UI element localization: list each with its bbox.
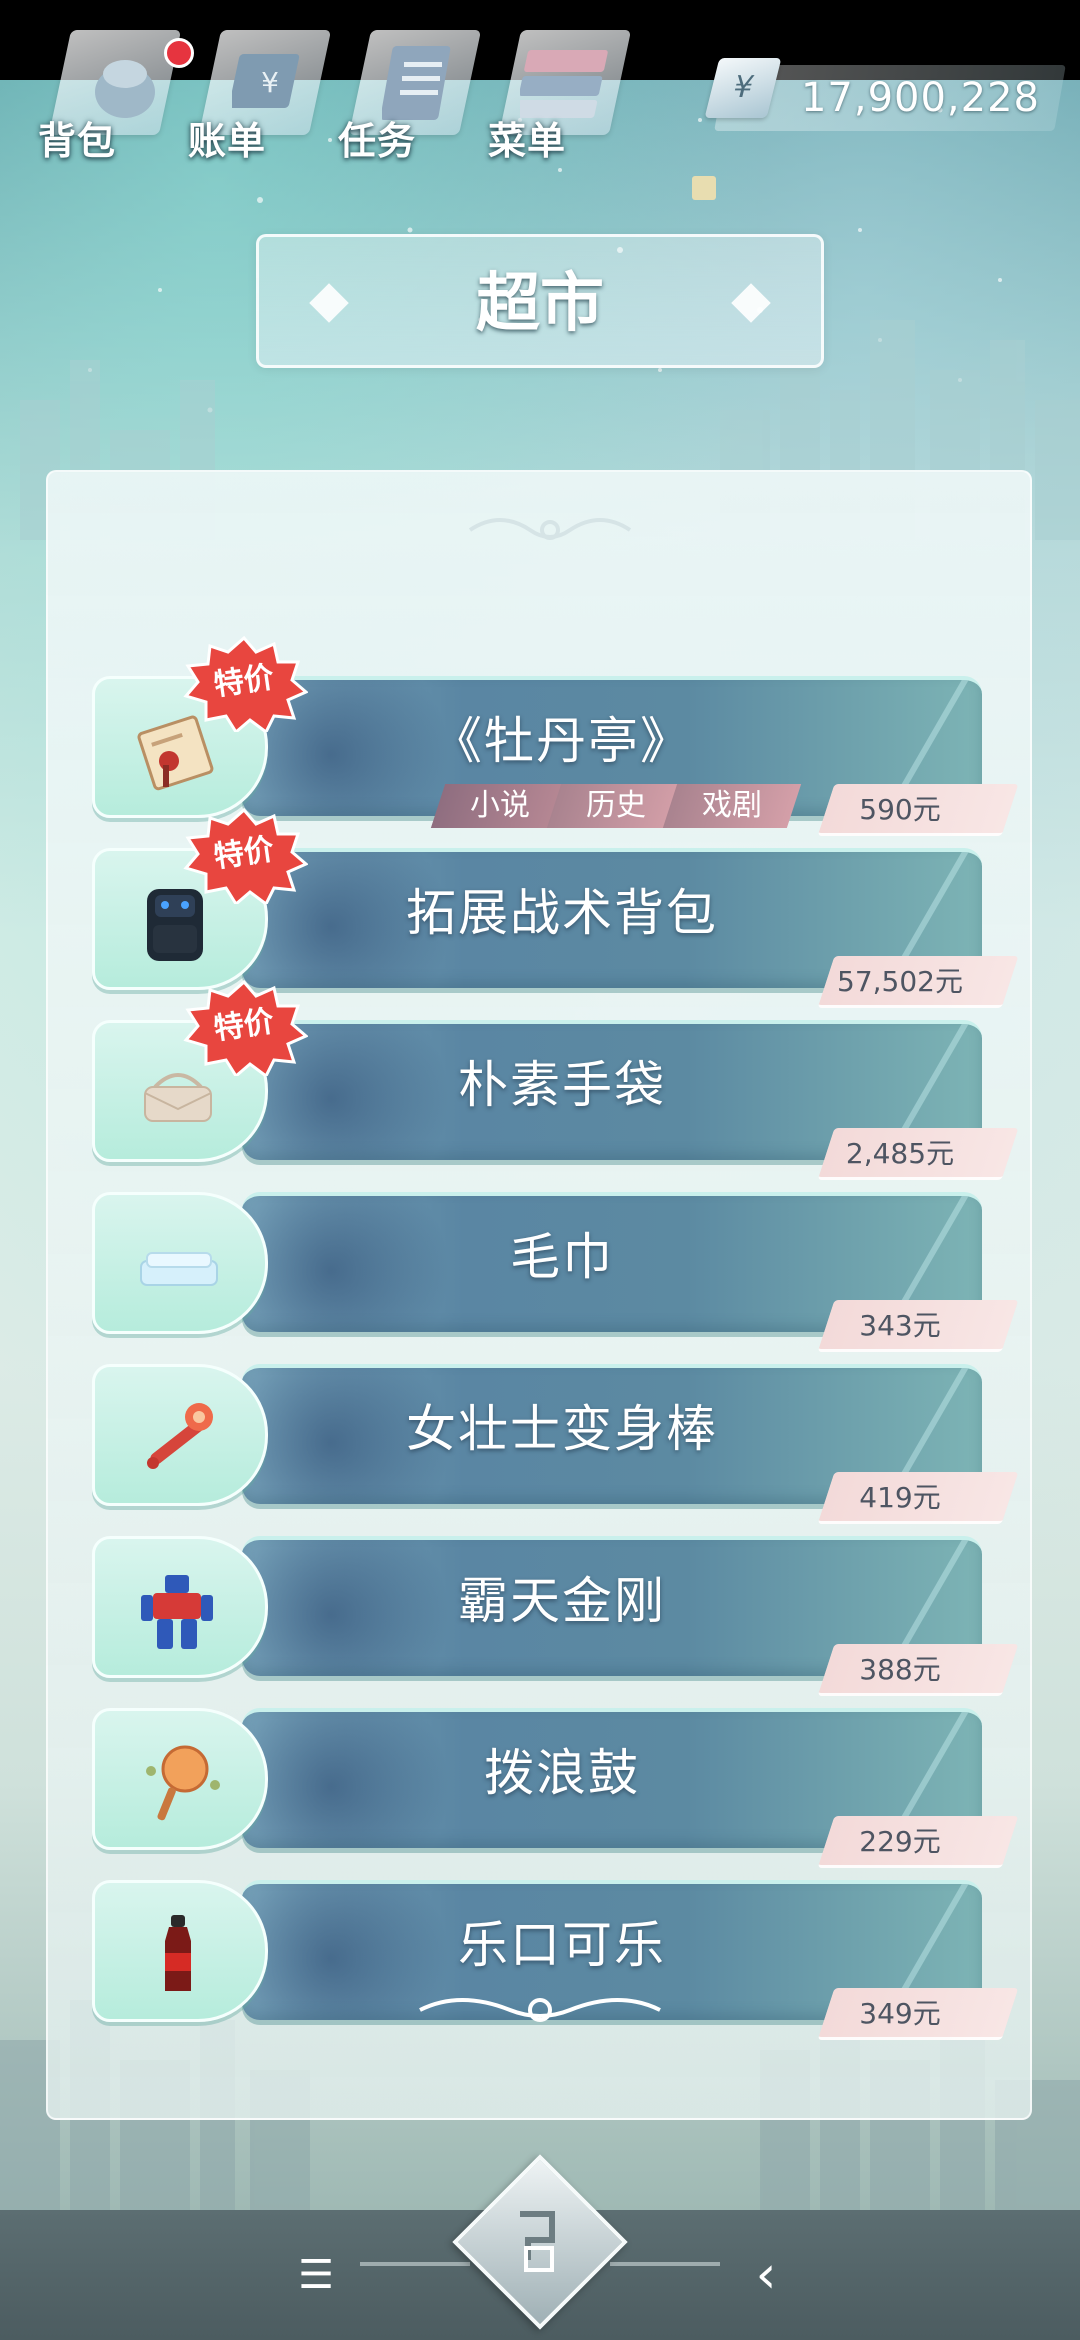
item-icon-slot bbox=[92, 1192, 268, 1334]
magic-wand-icon bbox=[133, 1397, 223, 1481]
shop-item-row[interactable]: 朴素手袋 2,485元 特价 bbox=[92, 980, 1019, 1180]
item-price: 229元 bbox=[859, 1825, 941, 1858]
item-price: 419元 bbox=[859, 1481, 941, 1514]
shop-item-row[interactable]: 《牡丹亭》 590元 小说 历史 戏剧 特价 bbox=[92, 636, 1019, 836]
item-price: 590元 bbox=[859, 793, 941, 826]
item-tag-label: 小说 bbox=[470, 788, 530, 823]
item-price: 2,485元 bbox=[845, 1137, 955, 1170]
shop-item-row[interactable]: 女壮士变身棒 419元 bbox=[92, 1364, 1019, 1524]
item-tag-label: 戏剧 bbox=[702, 788, 762, 823]
page-title: 超市 bbox=[476, 267, 604, 341]
coin-icon bbox=[692, 176, 716, 200]
scroll-ornament-icon bbox=[468, 518, 632, 540]
item-tag-label: 历史 bbox=[586, 788, 646, 823]
item-price: 57,502元 bbox=[837, 965, 963, 998]
nav-divider bbox=[610, 2262, 720, 2266]
sale-badge: 特价 bbox=[180, 636, 308, 732]
title-plate: 超市 bbox=[256, 234, 824, 368]
rattle-drum-icon bbox=[133, 1741, 223, 1825]
item-name: 拓展战术背包 bbox=[406, 884, 718, 942]
top-menu-backpack[interactable]: 背包 bbox=[30, 20, 194, 170]
towel-icon bbox=[133, 1225, 223, 1309]
home-return-icon bbox=[520, 2211, 555, 2272]
sale-badge: 特价 bbox=[180, 808, 308, 904]
menu-button[interactable]: ☰ bbox=[276, 2240, 356, 2310]
scroll-ornament-bottom-icon bbox=[419, 1998, 661, 2022]
item-icon-slot bbox=[92, 1536, 268, 1678]
item-tag: 戏剧 bbox=[662, 784, 802, 828]
svg-text:¥: ¥ bbox=[261, 66, 279, 99]
back-button[interactable]: ‹ bbox=[726, 2240, 806, 2310]
shop-item-row[interactable]: 拓展战术背包 57,502元 特价 bbox=[92, 808, 1019, 1008]
item-name: 毛巾 bbox=[510, 1228, 614, 1286]
cola-bottle-icon bbox=[133, 1913, 223, 1997]
top-menu-menu[interactable]: 菜单 bbox=[480, 20, 632, 170]
sale-label: 特价 bbox=[211, 832, 277, 876]
item-tags: 小说 历史 戏剧 bbox=[430, 784, 802, 828]
robot-toy-icon bbox=[133, 1569, 223, 1653]
item-price: 388元 bbox=[859, 1653, 941, 1686]
item-name: 霸天金刚 bbox=[458, 1572, 666, 1630]
nav-divider bbox=[360, 2262, 470, 2266]
item-icon-slot bbox=[92, 1708, 268, 1850]
item-price: 349元 bbox=[859, 1997, 941, 2030]
shop-item-row[interactable]: 霸天金刚 388元 bbox=[92, 1536, 1019, 1696]
top-menu-bill[interactable]: ¥ 账单 bbox=[180, 20, 332, 170]
top-menu-tasks[interactable]: 任务 bbox=[330, 20, 482, 170]
sale-badge: 特价 bbox=[180, 980, 308, 1076]
sale-label: 特价 bbox=[211, 1004, 277, 1048]
item-icon-slot bbox=[92, 1880, 268, 2022]
shop-item-row[interactable]: 拨浪鼓 229元 bbox=[92, 1708, 1019, 1868]
shop-item-row[interactable]: 毛巾 343元 bbox=[92, 1192, 1019, 1352]
item-icon-slot bbox=[92, 1364, 268, 1506]
item-name: 拨浪鼓 bbox=[484, 1744, 640, 1802]
item-name: 女壮士变身棒 bbox=[406, 1400, 718, 1458]
money-value: 17,900,228 bbox=[800, 75, 1040, 121]
sale-label: 特价 bbox=[211, 660, 277, 704]
item-name: 朴素手袋 bbox=[458, 1056, 666, 1114]
item-price: 343元 bbox=[859, 1309, 941, 1342]
